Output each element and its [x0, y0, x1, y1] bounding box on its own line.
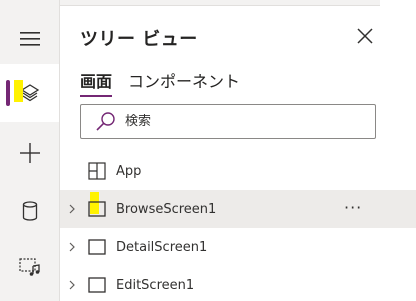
screen-icon — [88, 239, 106, 255]
left-rail — [0, 0, 60, 301]
tab-screens[interactable]: 画面 — [80, 68, 113, 97]
search-box — [80, 104, 376, 139]
plus-icon — [19, 143, 40, 163]
screen-icon — [88, 201, 106, 217]
data-button[interactable] — [0, 182, 59, 240]
tab-components[interactable]: コンポーネント — [128, 68, 240, 96]
active-indicator — [6, 80, 10, 106]
search-icon — [96, 111, 115, 131]
tree-item-label: EditScreen1 — [116, 277, 195, 293]
screen-icon — [88, 277, 106, 293]
tree-view-panel: ツリー ビュー 画面 コンポーネント App — [60, 6, 416, 301]
close-icon — [357, 28, 373, 44]
app-grid-icon — [88, 162, 106, 180]
chevron-right-icon[interactable] — [67, 280, 77, 290]
tree-item-app[interactable]: App — [60, 152, 416, 190]
more-options-button[interactable]: ··· — [344, 198, 362, 217]
tree-list: App BrowseScreen1 ··· DetailScreen1 Edit… — [60, 152, 416, 301]
database-icon — [22, 201, 37, 221]
tree-item-edit-screen[interactable]: EditScreen1 — [60, 266, 416, 301]
tree-item-label: BrowseScreen1 — [116, 201, 217, 217]
chevron-right-icon[interactable] — [67, 242, 77, 252]
hamburger-menu-icon — [19, 32, 40, 46]
chevron-right-icon[interactable] — [67, 204, 77, 214]
highlight-marker — [14, 80, 23, 102]
hamburger-menu-button[interactable] — [0, 10, 59, 68]
tree-item-label: DetailScreen1 — [116, 239, 208, 255]
search-input[interactable] — [125, 114, 355, 129]
close-button[interactable] — [356, 27, 374, 45]
tree-item-browse-screen[interactable]: BrowseScreen1 ··· — [60, 190, 416, 228]
panel-title: ツリー ビュー — [80, 29, 198, 50]
tree-item-detail-screen[interactable]: DetailScreen1 — [60, 228, 416, 266]
tab-bar: 画面 コンポーネント — [80, 68, 256, 97]
tree-item-label: App — [116, 163, 142, 179]
insert-button[interactable] — [0, 124, 59, 182]
media-icon — [18, 258, 40, 276]
media-button[interactable] — [0, 238, 59, 296]
